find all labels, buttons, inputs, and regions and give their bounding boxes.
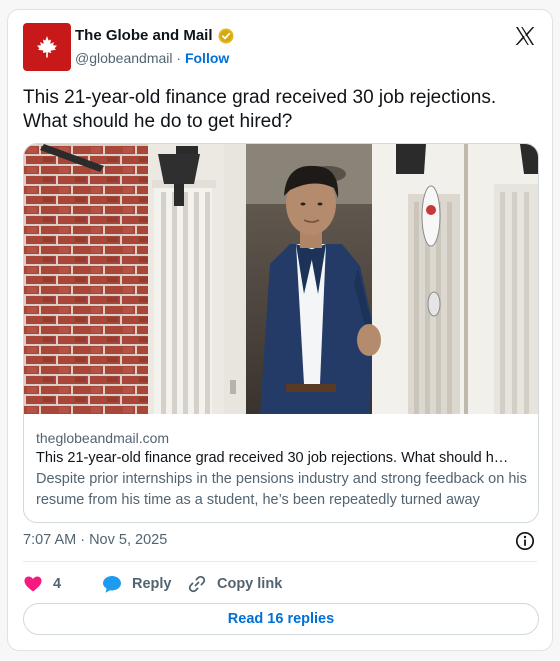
- link-preview-card[interactable]: theglobeandmail.com This 21-year-old fin…: [23, 143, 539, 523]
- handle-separator: ·: [176, 50, 182, 66]
- copy-link-label: Copy link: [217, 576, 283, 592]
- link-domain: theglobeandmail.com: [36, 430, 170, 446]
- author-handle-row: @globeandmail · Follow: [75, 50, 229, 66]
- like-button[interactable]: 4: [23, 574, 102, 594]
- follow-button[interactable]: Follow: [185, 50, 229, 66]
- article-photo: [24, 144, 538, 414]
- link-title: This 21-year-old finance grad received 3…: [36, 450, 509, 466]
- avatar[interactable]: [23, 23, 71, 71]
- reply-label: Reply: [132, 576, 172, 592]
- verified-badge-icon: [218, 28, 234, 43]
- action-bar: 4 Reply Copy link: [23, 573, 282, 595]
- link-info: theglobeandmail.com This 21-year-old fin…: [36, 428, 528, 511]
- read-replies-button[interactable]: Read 16 replies: [23, 603, 539, 635]
- divider: [23, 561, 537, 562]
- author-name-row: The Globe and Mail: [75, 27, 234, 44]
- reply-button[interactable]: Reply: [102, 574, 187, 594]
- reply-bubble-icon: [103, 576, 121, 593]
- author-display-name[interactable]: The Globe and Mail: [75, 27, 213, 44]
- info-icon[interactable]: [515, 531, 535, 551]
- x-logo-icon[interactable]: [513, 24, 537, 48]
- copy-link-button[interactable]: Copy link: [187, 574, 282, 594]
- post-timestamp[interactable]: 7:07 AM · Nov 5, 2025: [23, 532, 167, 548]
- maple-leaf-logo: [37, 36, 57, 58]
- link-icon: [188, 575, 206, 593]
- heart-icon: [24, 576, 42, 592]
- like-count: 4: [53, 576, 62, 592]
- link-description: Despite prior internships in the pension…: [36, 471, 527, 508]
- post-text: This 21-year-old finance grad received 3…: [23, 87, 497, 132]
- tweet-card: The Globe and Mail @globeandmail · Follo…: [7, 9, 553, 651]
- author-handle[interactable]: @globeandmail: [75, 50, 173, 66]
